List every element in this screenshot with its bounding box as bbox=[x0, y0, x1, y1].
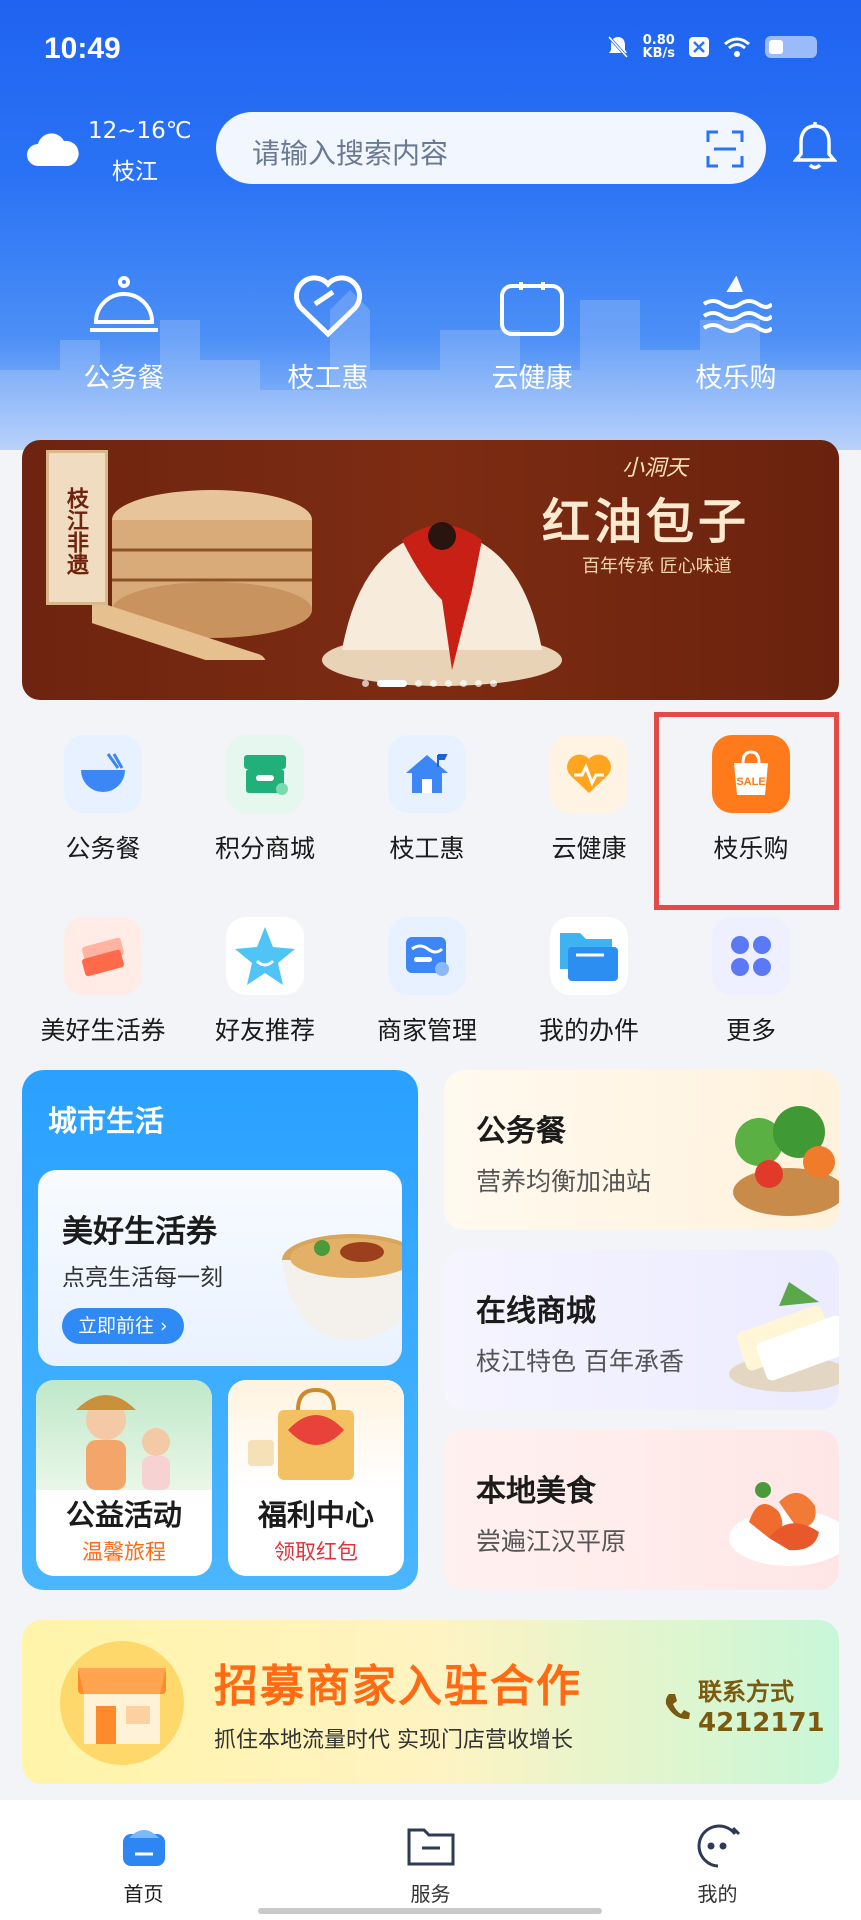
page-dot bbox=[460, 680, 467, 687]
grid-item-points-mall[interactable]: 积分商城 bbox=[184, 735, 346, 865]
steamer-illustration bbox=[92, 490, 312, 660]
grid-item-life-coupon[interactable]: 美好生活券 bbox=[22, 917, 184, 1047]
top-nav-zhilegou[interactable]: 枝乐购 bbox=[634, 268, 838, 395]
vegetable-basket-image bbox=[733, 1106, 839, 1216]
pulse-icon bbox=[567, 754, 611, 793]
page-dot bbox=[415, 680, 422, 687]
top-nav-zhigonghui[interactable]: 枝工惠 bbox=[226, 268, 430, 395]
top-nav: 公务餐 枝工惠 云健康 枝乐购 bbox=[0, 268, 861, 395]
gift-bag-illustration bbox=[248, 1387, 354, 1480]
page-dot bbox=[430, 680, 437, 687]
weather-temp: 12~16℃ bbox=[88, 118, 192, 144]
tab-service[interactable]: 服务 bbox=[287, 1800, 574, 1920]
family-illustration bbox=[76, 1395, 170, 1490]
status-time: 10:49 bbox=[44, 32, 121, 65]
folder-icon bbox=[560, 933, 618, 981]
tab-home[interactable]: 首页 bbox=[0, 1800, 287, 1920]
merchant-recruit-banner[interactable]: 招募商家入驻合作 抓住本地流量时代 实现门店营收增长 联系方式 4212171 bbox=[22, 1620, 839, 1784]
grid-item-cloud-health[interactable]: 云健康 bbox=[508, 735, 670, 865]
grid-item-my-affairs[interactable]: 我的办件 bbox=[508, 917, 670, 1047]
grid-item-merchant-manage[interactable]: 商家管理 bbox=[346, 917, 508, 1047]
scan-icon[interactable] bbox=[706, 130, 744, 168]
x-app-icon bbox=[689, 37, 709, 57]
side-card-online-mall[interactable]: 在线商城 枝江特色 百年承香 bbox=[444, 1250, 839, 1410]
tab-mine[interactable]: 我的 bbox=[574, 1800, 861, 1920]
go-now-button[interactable]: 立即前往 › bbox=[62, 1308, 184, 1344]
cake-plate-image bbox=[729, 1282, 839, 1392]
battery-icon bbox=[765, 36, 817, 58]
banner-brand: 小洞天 bbox=[622, 456, 689, 481]
network-speed: 0.80 KB/s bbox=[642, 33, 675, 61]
page-dot bbox=[490, 680, 497, 687]
bowl-icon bbox=[81, 753, 125, 792]
banner-subtitle: 百年传承 匠心味道 bbox=[582, 556, 732, 577]
ticket-icon bbox=[82, 937, 124, 977]
welfare-center-card[interactable]: 福利中心 领取红包 bbox=[228, 1380, 404, 1576]
cloche-icon bbox=[90, 276, 158, 332]
heart-icon bbox=[293, 275, 363, 338]
storefront-icon bbox=[60, 1641, 184, 1765]
bell-icon[interactable] bbox=[793, 120, 837, 172]
grid-item-friend-referral[interactable]: 好友推荐 bbox=[184, 917, 346, 1047]
bottom-tab-bar: 首页 服务 我的 bbox=[0, 1800, 861, 1920]
promo-banner[interactable]: 枝江非遗 小洞天 红油包子 百年传承 匠心味道 bbox=[22, 440, 839, 700]
search-placeholder: 请输入搜索内容 bbox=[252, 137, 449, 170]
page-dot bbox=[475, 680, 482, 687]
wifi-icon bbox=[724, 37, 750, 57]
house-icon bbox=[406, 754, 448, 793]
wave-icon bbox=[702, 276, 772, 333]
recruit-subtitle: 抓住本地流量时代 实现门店营收增长 bbox=[214, 1728, 573, 1753]
grid-item-official-meal[interactable]: 公务餐 bbox=[22, 735, 184, 865]
life-coupon-card[interactable]: 美好生活券 点亮生活每一刻 立即前往 › bbox=[38, 1170, 402, 1366]
contact-number[interactable]: 4212171 bbox=[698, 1708, 825, 1738]
top-nav-cloud-health[interactable]: 云健康 bbox=[430, 268, 634, 395]
bun-illustration bbox=[322, 522, 562, 686]
banner-tag: 枝江非遗 bbox=[46, 450, 108, 605]
banner-title: 红油包子 bbox=[542, 494, 751, 550]
grid-icon bbox=[731, 936, 771, 976]
folder-service-icon bbox=[407, 1828, 454, 1866]
life-coupon-subtitle: 点亮生活每一刻 bbox=[62, 1265, 223, 1291]
profile-face-icon bbox=[697, 1824, 740, 1868]
weather-city: 枝江 bbox=[112, 159, 158, 185]
cloud-icon bbox=[27, 133, 79, 166]
charity-activity-card[interactable]: 公益活动 温馨旅程 bbox=[36, 1380, 212, 1576]
status-icons: 0.80 KB/s bbox=[607, 34, 817, 60]
store-icon bbox=[244, 755, 288, 795]
city-life-title: 城市生活 bbox=[48, 1104, 165, 1138]
status-bar: 10:49 0.80 KB/s bbox=[0, 0, 861, 100]
weather-widget[interactable]: 12~16℃ 枝江 bbox=[26, 118, 196, 188]
life-coupon-title: 美好生活券 bbox=[62, 1214, 217, 1250]
home-icon bbox=[122, 1830, 165, 1866]
page-dot bbox=[362, 680, 369, 687]
search-input[interactable]: 请输入搜索内容 bbox=[216, 112, 766, 184]
phone-icon bbox=[665, 1694, 690, 1720]
home-indicator[interactable] bbox=[258, 1908, 602, 1914]
side-card-official-meal[interactable]: 公务餐 营养均衡加油站 bbox=[444, 1070, 839, 1230]
selection-highlight-box bbox=[654, 712, 839, 910]
mute-icon bbox=[607, 35, 628, 59]
city-life-card: 城市生活 美好生活券 点亮生活每一刻 立即前往 › 公益活动 温馨旅程 福利中心… bbox=[22, 1070, 418, 1590]
page-dot bbox=[445, 680, 452, 687]
grid-item-more[interactable]: 更多 bbox=[670, 917, 832, 1047]
square-icon bbox=[500, 282, 564, 336]
shrimp-plate-image bbox=[729, 1482, 839, 1566]
recruit-title: 招募商家入驻合作 bbox=[214, 1661, 582, 1712]
top-nav-official-meal[interactable]: 公务餐 bbox=[22, 268, 226, 395]
merchant-icon bbox=[406, 937, 449, 976]
contact-label: 联系方式 bbox=[698, 1678, 794, 1706]
side-card-local-food[interactable]: 本地美食 尝遍江汉平原 bbox=[444, 1430, 839, 1590]
banner-pagination bbox=[362, 680, 497, 687]
noodle-bowl-image bbox=[282, 1234, 402, 1340]
star-icon bbox=[235, 927, 295, 985]
grid-item-zhigonghui[interactable]: 枝工惠 bbox=[346, 735, 508, 865]
page-dot-active bbox=[377, 680, 407, 687]
